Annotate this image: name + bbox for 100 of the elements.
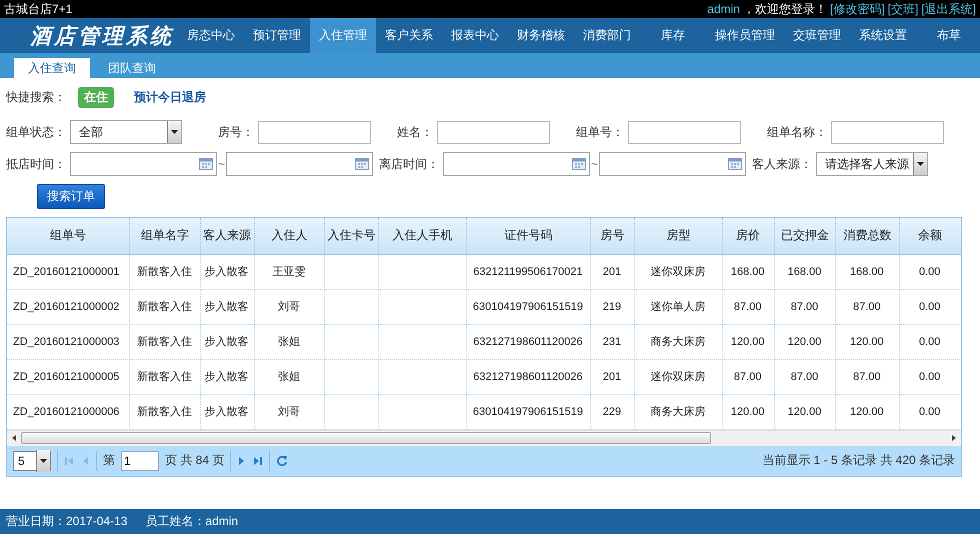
date-field[interactable] [226, 152, 374, 176]
field-label: 组单名称： [767, 124, 827, 140]
nav-tab[interactable]: 财务稽核 [508, 18, 574, 53]
table-cell: 120.00 [722, 394, 774, 429]
table-cell: 张姐 [254, 359, 325, 394]
text-field[interactable] [628, 120, 741, 144]
table-cell: 步入散客 [200, 289, 254, 324]
table-cell: 步入散客 [200, 394, 254, 429]
caret-icon [171, 130, 178, 134]
table-cell: ZD_20160121000001 [7, 254, 130, 289]
quick-filter-link[interactable]: 预计今日退房 [134, 88, 206, 106]
table-cell: 87.00 [836, 359, 900, 394]
table-cell: 120.00 [722, 324, 774, 359]
sub-tab[interactable]: 入住查询 [14, 58, 90, 78]
table-cell: 步入散客 [200, 254, 254, 289]
table-cell: 刘哥 [254, 394, 325, 429]
calendar-icon[interactable] [572, 158, 586, 170]
dropdown[interactable]: 请选择客人来源 [816, 152, 928, 176]
nav-tab[interactable]: 消费部门 [574, 18, 640, 53]
header-link[interactable]: [交班] [888, 0, 918, 18]
column-header[interactable]: 消费总数 [836, 218, 900, 254]
table-cell: 迷你双床房 [634, 359, 722, 394]
table-cell: 步入散客 [200, 359, 254, 394]
calendar-icon[interactable] [199, 158, 213, 170]
nav-tab[interactable]: 房态中心 [178, 18, 244, 53]
table-cell: 87.00 [774, 289, 836, 324]
page-number-field[interactable]: 1 [121, 450, 159, 470]
nav-tab[interactable]: 系统设置 [850, 18, 916, 53]
column-header[interactable]: 房型 [634, 218, 722, 254]
field-label: 离店时间： [379, 156, 440, 172]
page-prefix: 第 [103, 452, 115, 469]
logo-text: 酒店管理系统 [30, 22, 174, 50]
employee-name: 员工姓名：admin [145, 513, 238, 530]
table-cell: 商务大床房 [634, 324, 722, 359]
nav-tab[interactable]: 交班管理 [784, 18, 850, 53]
table-cell: 0.00 [899, 394, 961, 429]
last-page-icon[interactable] [253, 456, 264, 466]
nav-tab[interactable]: 操作员管理 [706, 18, 784, 53]
table-cell: 新散客入住 [130, 289, 200, 324]
store-name: 古城台店7+1 [4, 0, 72, 18]
column-header[interactable]: 已交押金 [774, 218, 836, 254]
caret-icon [40, 458, 47, 462]
table-cell: 87.00 [774, 359, 836, 394]
page-count: 页 共 84 页 [165, 452, 224, 469]
quick-search-label: 快捷搜索： [6, 88, 66, 106]
column-header[interactable]: 证件号码 [466, 218, 590, 254]
text-field[interactable] [437, 120, 550, 144]
table-cell: 王亚雯 [254, 254, 325, 289]
nav-tab[interactable]: 预订管理 [244, 18, 310, 53]
text-field[interactable] [831, 120, 944, 144]
search-button[interactable]: 搜索订单 [37, 184, 105, 209]
header-link[interactable]: [修改密码] [830, 0, 885, 18]
column-header[interactable]: 客人来源 [200, 218, 254, 254]
column-header[interactable]: 入住人手机 [378, 218, 467, 254]
horizontal-scrollbar[interactable] [7, 430, 961, 446]
table-cell: 张姐 [254, 324, 325, 359]
table-cell: 120.00 [836, 324, 900, 359]
welcome-text: ，欢迎您登录！ [742, 0, 827, 18]
first-page-icon[interactable] [64, 456, 74, 466]
column-header[interactable]: 入住卡号 [324, 218, 378, 254]
column-header[interactable]: 余额 [899, 218, 961, 254]
refresh-icon[interactable] [276, 454, 288, 466]
table-cell: 219 [590, 289, 635, 324]
page-size-select[interactable]: 5 [13, 450, 51, 470]
table-cell: 0.00 [899, 359, 961, 394]
field-label: 组单号： [576, 124, 624, 140]
field-label: 抵店时间： [6, 156, 66, 172]
calendar-icon[interactable] [355, 158, 370, 170]
business-date: 营业日期：2017-04-13 [6, 513, 128, 530]
text-field[interactable] [258, 120, 371, 144]
header-link[interactable]: [退出系统] [921, 0, 976, 18]
table-cell: 632127198601120026 [466, 359, 590, 394]
table-cell: 新散客入住 [130, 324, 200, 359]
nav-tab[interactable]: 库存 [640, 18, 706, 53]
column-header[interactable]: 房价 [722, 218, 774, 254]
table-cell: 120.00 [774, 394, 836, 429]
username: admin [707, 2, 740, 16]
table-cell: 87.00 [722, 359, 774, 394]
table-cell: 迷你单人房 [634, 289, 722, 324]
column-header[interactable]: 组单名字 [130, 218, 200, 254]
table-cell: 商务大床房 [634, 394, 722, 429]
nav-tab[interactable]: 布草 [916, 18, 980, 53]
table-cell: 0.00 [899, 324, 961, 359]
column-header[interactable]: 房号 [590, 218, 635, 254]
table-cell: 168.00 [836, 254, 900, 289]
table-cell: 231 [590, 324, 635, 359]
date-field[interactable] [443, 152, 590, 176]
range-separator: ~ [217, 157, 226, 171]
table-cell: 168.00 [722, 254, 774, 289]
table-cell: 0.00 [899, 254, 961, 289]
date-field[interactable] [70, 152, 217, 176]
column-header[interactable]: 入住人 [254, 218, 325, 254]
nav-tab[interactable]: 报表中心 [442, 18, 508, 53]
date-field[interactable] [599, 152, 746, 176]
nav-tab[interactable]: 客户关系 [376, 18, 442, 53]
calendar-icon[interactable] [728, 158, 742, 170]
table-cell: 步入散客 [200, 324, 254, 359]
table-cell: 0.00 [899, 289, 961, 324]
column-header[interactable]: 组单号 [7, 218, 130, 254]
dropdown[interactable]: 全部 [70, 120, 182, 144]
